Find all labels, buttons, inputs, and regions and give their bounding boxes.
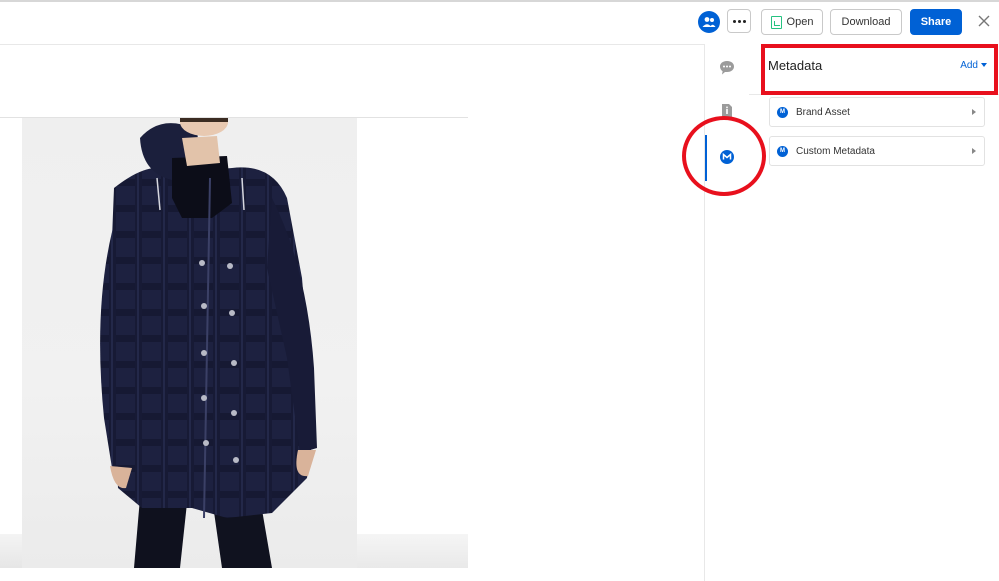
preview-image [22, 118, 357, 568]
metadata-template-brand-asset[interactable]: M Brand Asset [769, 97, 985, 127]
download-button-label: Download [841, 16, 891, 28]
panel-header-divider [749, 94, 999, 95]
people-icon [702, 17, 716, 27]
panel-title: Metadata [768, 58, 823, 73]
more-options-button[interactable] [727, 9, 751, 33]
metadata-badge-icon: M [777, 106, 788, 118]
chevron-right-icon [972, 148, 976, 154]
collaborators-button[interactable] [698, 11, 720, 33]
card-label: Brand Asset [796, 106, 850, 118]
close-button[interactable] [977, 14, 991, 28]
add-label: Add [960, 60, 978, 71]
sidebar-item-comments[interactable] [717, 57, 737, 77]
active-tab-indicator [705, 135, 707, 181]
sidebar-item-details[interactable] [717, 100, 737, 120]
chevron-down-icon [981, 63, 987, 68]
metadata-template-custom[interactable]: M Custom Metadata [769, 136, 985, 166]
sidebar-nav [704, 44, 750, 581]
metadata-icon [720, 150, 734, 164]
ellipsis-icon [732, 19, 746, 23]
card-label: Custom Metadata [796, 145, 875, 157]
top-toolbar: Open Download Share [0, 2, 999, 45]
add-metadata-dropdown[interactable]: Add [960, 60, 987, 71]
info-icon [722, 103, 732, 117]
file-image-icon [770, 15, 782, 29]
sidebar-item-metadata[interactable] [717, 147, 737, 167]
chevron-right-icon [972, 109, 976, 115]
download-button[interactable]: Download [830, 9, 902, 35]
jacket-model-illustration [100, 118, 317, 568]
comment-icon [720, 60, 734, 74]
close-icon [978, 15, 990, 27]
preview-floor-strip-right [357, 534, 468, 568]
open-button[interactable]: Open [761, 9, 823, 35]
metadata-panel: Metadata Add M Brand Asset M Custom Meta… [749, 44, 999, 581]
open-button-label: Open [786, 16, 814, 28]
share-button-label: Share [920, 16, 952, 28]
share-button[interactable]: Share [910, 9, 962, 35]
metadata-badge-icon: M [777, 145, 788, 157]
